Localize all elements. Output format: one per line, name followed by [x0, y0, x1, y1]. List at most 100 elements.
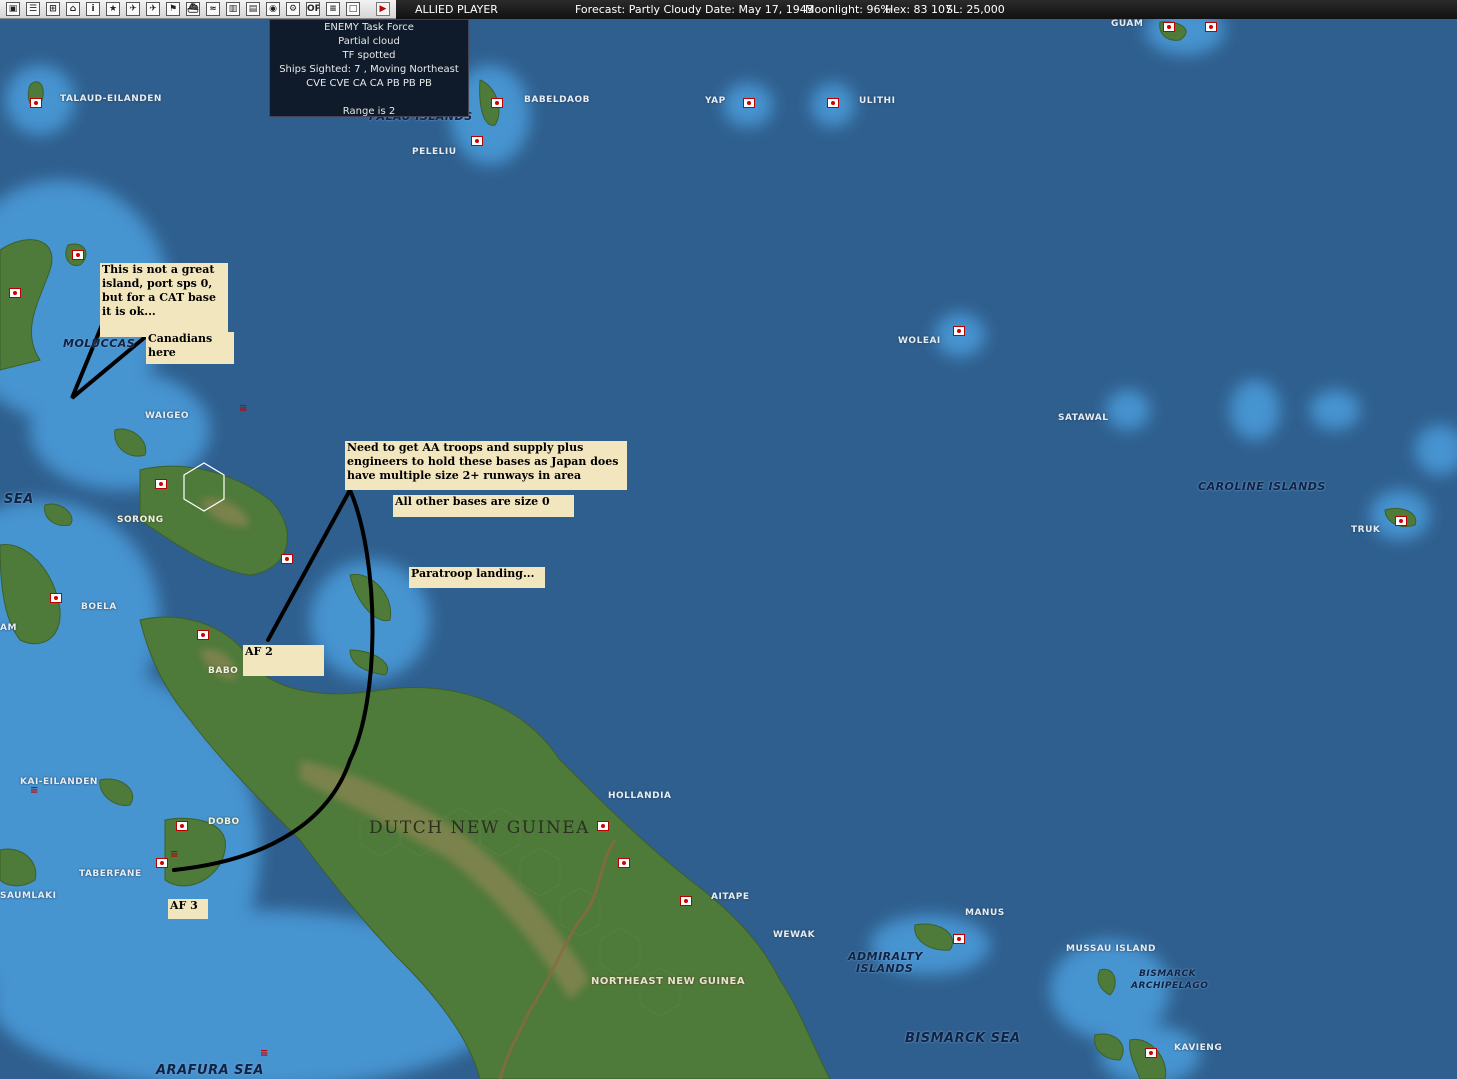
enemy-base[interactable]: [743, 98, 755, 108]
map-button[interactable]: ▤: [246, 2, 260, 16]
label-waigeo: WAIGEO: [145, 411, 190, 421]
strategic-map[interactable]: GUAM TALAUD-EILANDEN PALAU ISLANDS BABEL…: [0, 19, 1457, 1079]
enemy-base[interactable]: [156, 858, 168, 868]
label-babo: BABO: [208, 666, 239, 676]
enemy-ship-marker[interactable]: ≡: [260, 1048, 268, 1059]
label-bismarck-arch: BISMARCK: [1139, 969, 1197, 979]
toolbar: ▣ ☰ ⊞ ⌂ i ★ ✈ ✈ ⚑ ⛴ ≈ ▥ ▤ ◉ ⚙ OP ≡ □ ▶ ALLIED PLAYER Forec…: [0, 0, 1457, 19]
label-kavieng: KAVIENG: [1174, 1043, 1223, 1053]
label-caroline: CAROLINE ISLANDS: [1198, 480, 1326, 493]
enemy-base[interactable]: [827, 98, 839, 108]
enemy-base[interactable]: [953, 934, 965, 944]
label-satawal: SATAWAL: [1058, 413, 1109, 423]
enemy-base[interactable]: [281, 554, 293, 564]
label-moluccas: MOLUCCAS: [63, 337, 136, 350]
enemy-base[interactable]: [176, 821, 188, 831]
label-hollandia: HOLLANDIA: [608, 791, 672, 801]
label-admiralty-2: ISLANDS: [856, 962, 914, 975]
label-talaud: TALAUD-EILANDEN: [60, 94, 162, 104]
window-button[interactable]: □: [346, 2, 360, 16]
label-woleai: WOLEAI: [898, 336, 941, 346]
info-button[interactable]: ⌂: [66, 2, 80, 16]
label-am: AM: [0, 623, 17, 633]
end-turn-button[interactable]: ▶: [376, 2, 390, 16]
player-label: ALLIED PLAYER: [415, 3, 498, 16]
lcu-button[interactable]: ≈: [206, 2, 220, 16]
hex-label: Hex: 83 107: [885, 3, 953, 16]
enemy-ship-marker[interactable]: ≡: [239, 403, 247, 414]
note-canadians: Canadians here: [146, 332, 234, 364]
enemy-base[interactable]: [30, 98, 42, 108]
enemy-base[interactable]: [953, 326, 965, 336]
intel-button[interactable]: ⊞: [46, 2, 60, 16]
enemy-base[interactable]: [618, 858, 630, 868]
enemy-base[interactable]: [50, 593, 62, 603]
label-sorong: SORONG: [117, 515, 164, 525]
enemy-base[interactable]: [471, 136, 483, 146]
label-truk: TRUK: [1351, 525, 1381, 535]
enemy-base[interactable]: [491, 98, 503, 108]
enemy-ship-marker[interactable]: ≡: [170, 849, 178, 860]
enemy-ship-marker[interactable]: ≡: [30, 785, 38, 796]
label-wewak: WEWAK: [773, 930, 816, 940]
flag-button[interactable]: ⚑: [166, 2, 180, 16]
note-cat-base: This is not a great island, port sps 0, …: [100, 263, 228, 337]
database-button[interactable]: i: [86, 2, 100, 16]
moonlight-label: Moonlight: 96%: [805, 3, 891, 16]
note-aa-troops: Need to get AA troops and supply plus en…: [345, 441, 627, 490]
medal-button[interactable]: ★: [106, 2, 120, 16]
label-taberfane: TABERFANE: [79, 869, 142, 879]
save-button[interactable]: ▣: [6, 2, 20, 16]
fighter-button[interactable]: ✈: [126, 2, 140, 16]
tf-line-3: TF spotted: [342, 50, 396, 61]
label-northeast-new-guinea: NORTHEAST NEW GUINEA: [591, 976, 746, 987]
label-dutch-new-guinea: DUTCH NEW GUINEA: [369, 818, 590, 838]
enemy-base[interactable]: [155, 479, 167, 489]
chart-button[interactable]: ▥: [226, 2, 240, 16]
enemy-base[interactable]: [1395, 516, 1407, 526]
op-button[interactable]: OP: [306, 2, 320, 16]
label-mussau: MUSSAU ISLAND: [1066, 944, 1156, 954]
enemy-base[interactable]: [680, 896, 692, 906]
label-dobo: DOBO: [208, 817, 240, 827]
tf-line-5: CVE CVE CA CA PB PB PB: [306, 78, 432, 89]
label-peleliu: PELELIU: [412, 147, 457, 157]
enemy-base[interactable]: [72, 250, 84, 260]
task-force-popup: ENEMY Task Force Partial cloud TF spotte…: [269, 19, 469, 117]
label-guam: GUAM: [1111, 19, 1144, 29]
sl-label: SL: 25,000: [946, 3, 1005, 16]
forecast-label: Forecast: Partly Cloudy: [575, 3, 702, 16]
label-babeldaob: BABELDAOB: [524, 95, 591, 105]
label-saumlaki: SAUMLAKI: [0, 891, 57, 901]
tf-line-6: Range is 2: [342, 106, 396, 117]
ship-button[interactable]: ⛴: [186, 2, 200, 16]
enemy-base[interactable]: [1205, 22, 1217, 32]
map-terrain: [0, 19, 1457, 1079]
tf-line-4: Ships Sighted: 7 , Moving Northeast: [279, 64, 459, 75]
label-aitape: AITAPE: [711, 892, 750, 902]
label-bismarck-arch-2: ARCHIPELAGO: [1131, 981, 1209, 991]
reports-button[interactable]: ☰: [26, 2, 40, 16]
label-arafura-sea: ARAFURA SEA: [156, 1063, 264, 1078]
label-sea: SEA: [4, 492, 34, 507]
label-bismarck-sea: BISMARCK SEA: [905, 1031, 1021, 1046]
bomber-button[interactable]: ✈: [146, 2, 160, 16]
enemy-base[interactable]: [197, 630, 209, 640]
tf-line-1: ENEMY Task Force: [324, 22, 414, 33]
enemy-base[interactable]: [9, 288, 21, 298]
note-paratroop: Paratroop landing...: [409, 567, 545, 588]
label-manus: MANUS: [965, 908, 1005, 918]
tf-line-2: Partial cloud: [338, 36, 400, 47]
globe-button[interactable]: ◉: [266, 2, 280, 16]
enemy-base[interactable]: [597, 821, 609, 831]
label-ulithi: ULITHI: [859, 96, 896, 106]
label-boela: BOELA: [81, 602, 117, 612]
list-button[interactable]: ≡: [326, 2, 340, 16]
note-af3: AF 3: [168, 899, 208, 919]
label-yap: YAP: [705, 96, 726, 106]
enemy-base[interactable]: [1163, 22, 1175, 32]
note-other-bases: All other bases are size 0: [393, 495, 574, 517]
note-af2: AF 2: [243, 645, 324, 676]
enemy-base[interactable]: [1145, 1048, 1157, 1058]
settings-button[interactable]: ⚙: [286, 2, 300, 16]
